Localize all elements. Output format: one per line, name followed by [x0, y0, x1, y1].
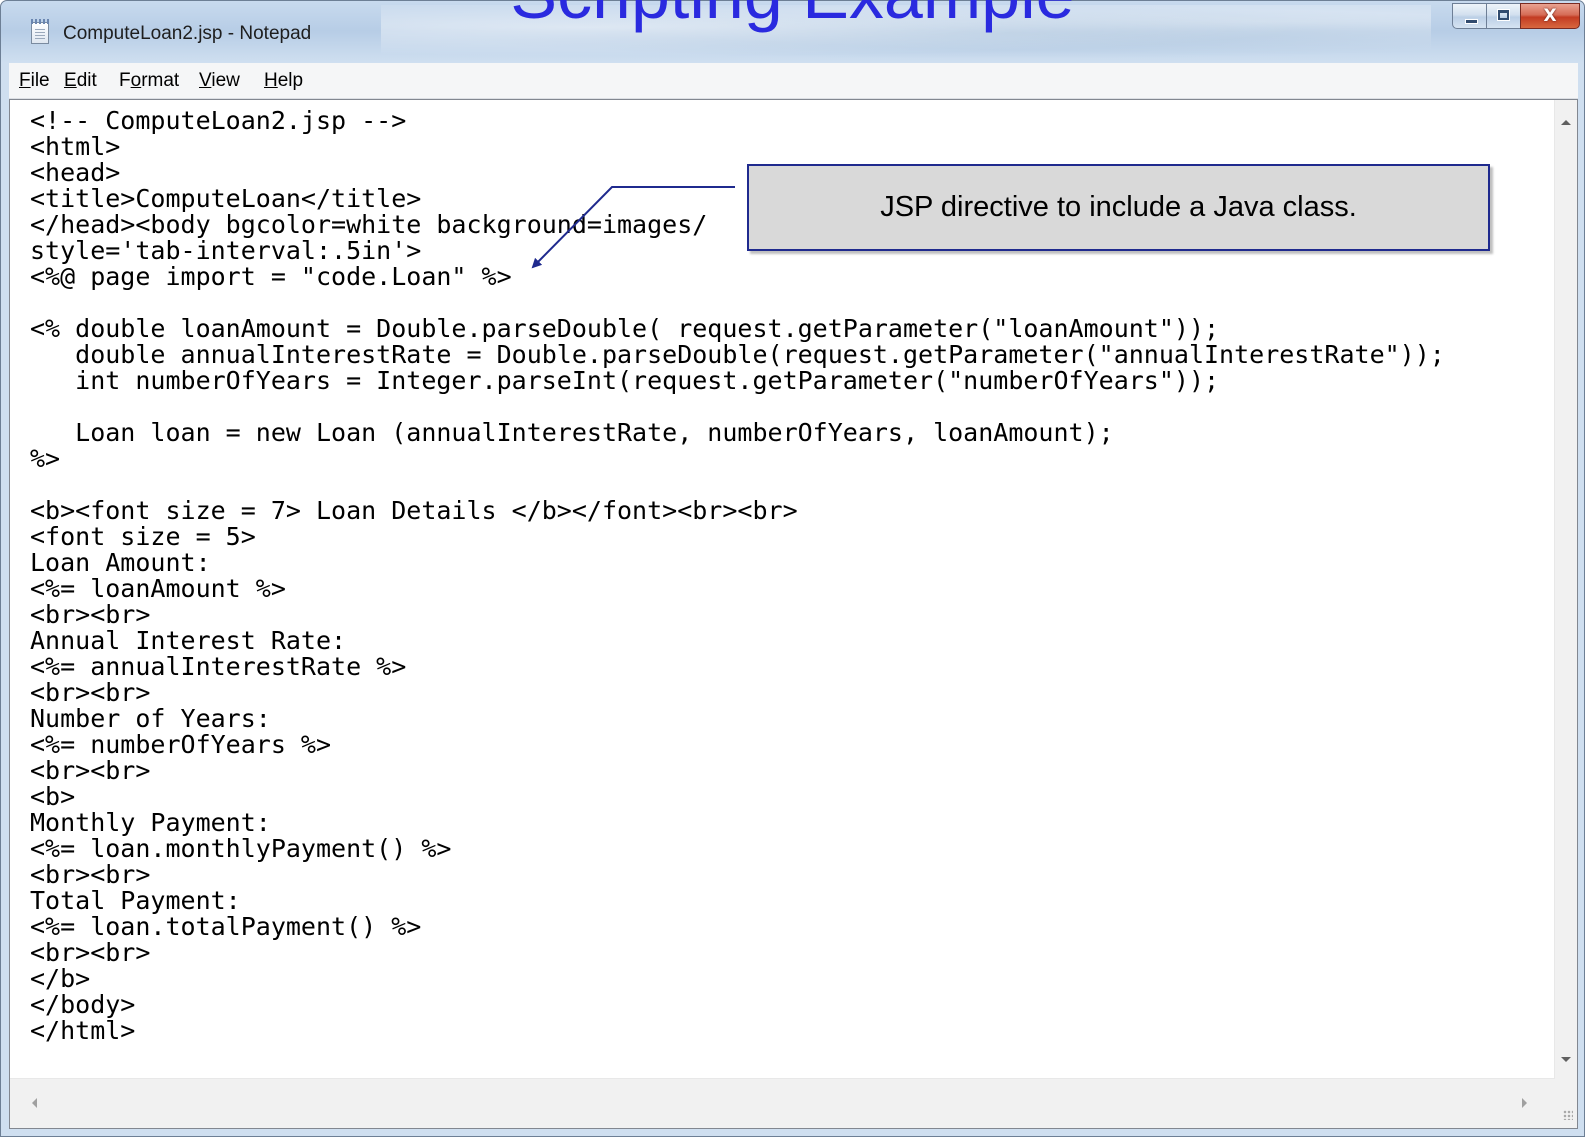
- scroll-up-icon[interactable]: [1561, 120, 1571, 125]
- size-grip-icon[interactable]: [1555, 1078, 1577, 1128]
- code-line[interactable]: <br><br>: [30, 940, 150, 966]
- code-line[interactable]: Number of Years:: [30, 706, 271, 732]
- code-line[interactable]: <br><br>: [30, 602, 150, 628]
- vertical-scrollbar[interactable]: [1554, 100, 1577, 1078]
- code-line[interactable]: <html>: [30, 134, 120, 160]
- code-line[interactable]: Monthly Payment:: [30, 810, 271, 836]
- minimize-button[interactable]: [1452, 3, 1487, 29]
- window-title: ComputeLoan2.jsp - Notepad: [63, 23, 312, 44]
- title-bar[interactable]: ComputeLoan2.jsp - Notepad X: [1, 1, 1584, 63]
- code-line[interactable]: <title>ComputeLoan</title>: [30, 186, 421, 212]
- code-line[interactable]: %>: [30, 446, 60, 472]
- code-line[interactable]: <br><br>: [30, 680, 150, 706]
- menu-edit[interactable]: Edit: [64, 69, 97, 93]
- slide: Scripting Example ComputeLoan2.jsp - Not…: [0, 0, 1585, 1137]
- maximize-button[interactable]: [1486, 3, 1521, 29]
- code-line[interactable]: </html>: [30, 1018, 135, 1044]
- maximize-icon: [1497, 9, 1510, 21]
- menu-help[interactable]: Help: [264, 69, 303, 93]
- code-line[interactable]: <%= annualInterestRate %>: [30, 654, 406, 680]
- code-line[interactable]: <br><br>: [30, 758, 150, 784]
- code-line[interactable]: int numberOfYears = Integer.parseInt(req…: [30, 368, 1219, 394]
- code-line[interactable]: <%= loanAmount %>: [30, 576, 286, 602]
- code-line[interactable]: </head><body bgcolor=white background=im…: [30, 212, 707, 238]
- close-icon: X: [1543, 6, 1557, 26]
- code-line[interactable]: <b><font size = 7> Loan Details </b></fo…: [30, 498, 798, 524]
- scroll-down-icon[interactable]: [1561, 1057, 1571, 1062]
- code-line[interactable]: Loan Amount:: [30, 550, 211, 576]
- code-line[interactable]: Annual Interest Rate:: [30, 628, 346, 654]
- code-line[interactable]: </b>: [30, 966, 90, 992]
- menu-view[interactable]: View: [199, 69, 240, 93]
- code-line[interactable]: <%= numberOfYears %>: [30, 732, 331, 758]
- caption-buttons: X: [1452, 3, 1580, 29]
- menu-format[interactable]: Format: [119, 69, 179, 93]
- code-line[interactable]: style='tab-interval:.5in'>: [30, 238, 421, 264]
- code-line[interactable]: <%= loan.totalPayment() %>: [30, 914, 421, 940]
- minimize-icon: [1465, 19, 1478, 24]
- scroll-left-icon[interactable]: [32, 1098, 37, 1108]
- code-line[interactable]: <%= loan.monthlyPayment() %>: [30, 836, 451, 862]
- code-line[interactable]: <%@ page import = "code.Loan" %>: [30, 264, 512, 290]
- scroll-right-icon[interactable]: [1522, 1098, 1527, 1108]
- menu-file[interactable]: File: [19, 69, 50, 93]
- code-line[interactable]: <% double loanAmount = Double.parseDoubl…: [30, 316, 1219, 342]
- code-line[interactable]: double annualInterestRate = Double.parse…: [30, 342, 1445, 368]
- code-line[interactable]: <br><br>: [30, 862, 150, 888]
- code-line[interactable]: <head>: [30, 160, 120, 186]
- code-line[interactable]: <font size = 5>: [30, 524, 256, 550]
- code-line[interactable]: <!-- ComputeLoan2.jsp -->: [30, 108, 406, 134]
- callout-text: JSP directive to include a Java class.: [880, 191, 1357, 223]
- horizontal-scrollbar[interactable]: [10, 1078, 1556, 1128]
- annotation-callout: JSP directive to include a Java class.: [747, 164, 1490, 251]
- title-bar-glass: [381, 5, 1431, 61]
- text-editor[interactable]: <!-- ComputeLoan2.jsp --> <html> <head> <ti…: [9, 99, 1578, 1129]
- notepad-icon[interactable]: [31, 19, 49, 44]
- code-line[interactable]: </body>: [30, 992, 135, 1018]
- menu-bar: File Edit Format View Help: [9, 63, 1578, 99]
- close-button[interactable]: X: [1520, 3, 1580, 29]
- code-line[interactable]: Loan loan = new Loan (annualInterestRate…: [30, 420, 1114, 446]
- code-line[interactable]: <b>: [30, 784, 75, 810]
- code-line[interactable]: Total Payment:: [30, 888, 241, 914]
